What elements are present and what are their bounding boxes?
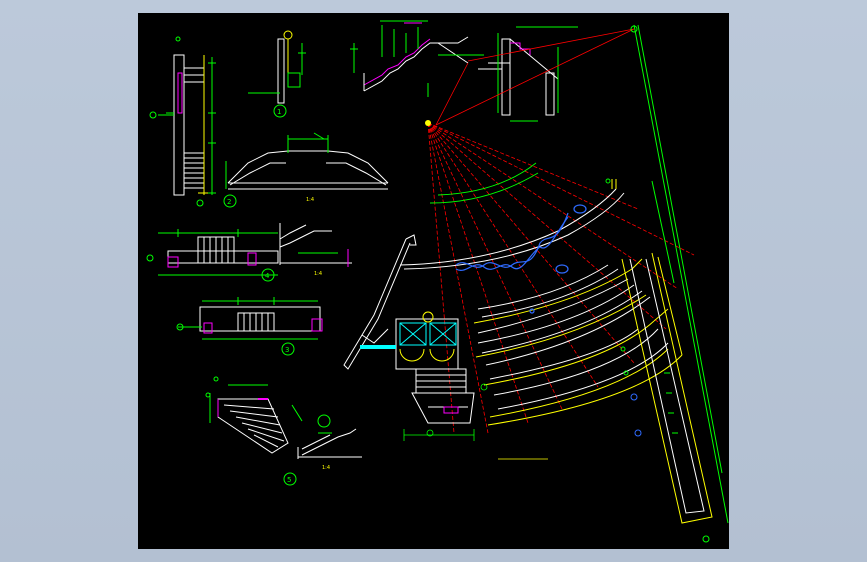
small-elevation-scale: 1:4 bbox=[322, 465, 330, 471]
radial-dimension-arcs bbox=[429, 162, 626, 352]
arched-stair-scale: 1:4 bbox=[306, 197, 314, 203]
angled-stair-detail-5: 5 bbox=[205, 376, 303, 486]
stair-vertical-section bbox=[149, 36, 216, 207]
long-ramp bbox=[621, 24, 729, 543]
drawing-canvas[interactable]: 1 1:4 2 4 1:4 3 5 1:4 bbox=[138, 13, 729, 549]
detail-marker-4: 4 bbox=[265, 272, 270, 280]
main-plan-entrance-stair bbox=[411, 368, 475, 424]
red-guide-lines bbox=[435, 28, 635, 126]
stair-plan-detail-3: 3 bbox=[176, 297, 323, 356]
detail-marker-3: 3 bbox=[285, 346, 289, 354]
stair-plan-detail-4: 4 bbox=[146, 229, 279, 282]
plan-top-markers bbox=[611, 179, 617, 189]
detail-marker-1: 1 bbox=[277, 108, 281, 116]
wall-section-detail bbox=[478, 26, 578, 122]
handrail-post-detail: 1 bbox=[248, 30, 306, 118]
cad-viewport[interactable]: 1 1:4 2 4 1:4 3 5 1:4 bbox=[0, 0, 867, 562]
core-block bbox=[360, 311, 459, 370]
radial-center-point bbox=[425, 120, 431, 126]
detail-marker-2: 2 bbox=[227, 198, 231, 206]
stair-elevation-small: 1:4 bbox=[297, 414, 362, 471]
ribbon-feature bbox=[455, 204, 587, 314]
arched-stair-detail: 1:4 2 bbox=[223, 132, 389, 208]
small-section-scale: 1:4 bbox=[314, 271, 322, 277]
cad-drawing: 1 1:4 2 4 1:4 3 5 1:4 bbox=[146, 20, 729, 543]
terrace-outlines bbox=[473, 256, 683, 426]
main-plan-dimensions bbox=[403, 383, 548, 460]
radial-axis-lines bbox=[427, 122, 695, 434]
stair-elevation-top bbox=[350, 20, 484, 97]
detail-marker-5: 5 bbox=[287, 476, 291, 484]
stair-section-small: 1:4 bbox=[279, 223, 352, 277]
